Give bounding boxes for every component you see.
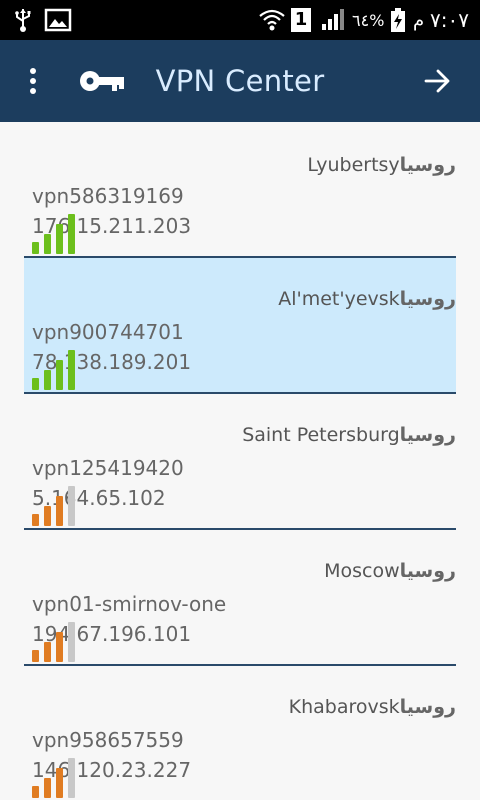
signal-bar: [68, 622, 75, 662]
server-location: Khabarovskروسيا: [289, 696, 456, 718]
arrow-right-icon: [424, 69, 450, 93]
overflow-menu-icon: [30, 68, 36, 94]
signal-bar: [68, 758, 75, 798]
server-city: Moscow: [324, 560, 400, 582]
server-city: Khabarovsk: [288, 696, 400, 718]
battery-percent: ٦٤%: [352, 10, 385, 30]
server-country: روسيا: [399, 424, 456, 446]
wifi-icon: [258, 0, 286, 40]
sim-number: 1: [291, 8, 311, 32]
app-title: VPN Center: [155, 64, 325, 98]
server-hostname: vpn01-smirnov-one: [32, 592, 227, 616]
key-icon: [80, 71, 124, 91]
server-country: روسيا: [399, 288, 456, 310]
signal-bar: [56, 224, 63, 254]
server-city: Saint Petersburg: [242, 424, 400, 446]
app-bar: VPN Center: [0, 40, 480, 122]
overflow-menu-button[interactable]: [16, 40, 50, 122]
server-hostname: vpn958657559: [32, 728, 184, 752]
server-list[interactable]: Lyubertsyروسيا vpn586319169 176.15.211.2…: [0, 122, 480, 800]
server-location: Lyubertsyروسيا: [307, 154, 456, 176]
signal-bar: [68, 350, 75, 390]
server-item[interactable]: Saint Petersburgروسيا vpn125419420 5.164…: [24, 394, 456, 530]
server-hostname: vpn125419420: [32, 456, 184, 480]
signal-bar: [68, 214, 75, 254]
signal-bar: [32, 786, 39, 798]
signal-bar: [56, 632, 63, 662]
server-item[interactable]: Khabarovskروسيا vpn958657559 146.120.23.…: [24, 666, 456, 800]
time-period: م: [413, 9, 425, 31]
sim-indicator: 1: [291, 0, 311, 40]
image-icon: [44, 0, 72, 40]
server-city: Lyubertsy: [307, 154, 400, 176]
signal-bar: [56, 496, 63, 526]
usb-icon: [12, 0, 34, 40]
signal-bar: [32, 650, 39, 662]
battery-charging-icon: [390, 0, 406, 40]
server-item[interactable]: Moscowروسيا vpn01-smirnov-one 194.67.196…: [24, 530, 456, 666]
signal-bar: [56, 768, 63, 798]
signal-bar: [44, 506, 51, 526]
server-hostname: vpn586319169: [32, 184, 184, 208]
server-country: روسيا: [399, 560, 456, 582]
server-city: Al'met'yevsk: [278, 288, 400, 310]
signal-strength-icon: [32, 486, 75, 526]
signal-bar: [44, 778, 51, 798]
signal-bar: [32, 514, 39, 526]
signal-bar: [44, 234, 51, 254]
server-location: Al'met'yevskروسيا: [278, 288, 456, 310]
server-item[interactable]: Lyubertsyروسيا vpn586319169 176.15.211.2…: [24, 122, 456, 258]
cell-signal-icon: [320, 0, 348, 40]
server-country: روسيا: [399, 154, 456, 176]
signal-bar: [32, 242, 39, 254]
signal-bar: [44, 370, 51, 390]
status-bar: 1 ٦٤% م ٧:٠٧: [0, 0, 480, 40]
signal-bar: [44, 642, 51, 662]
clock: ٧:٠٧: [430, 8, 469, 32]
server-country: روسيا: [399, 696, 456, 718]
key-button[interactable]: [74, 40, 130, 122]
signal-strength-icon: [32, 214, 75, 254]
signal-bar: [56, 360, 63, 390]
server-item[interactable]: Al'met'yevskروسيا vpn900744701 78.138.18…: [24, 258, 456, 394]
signal-strength-icon: [32, 622, 75, 662]
forward-button[interactable]: [414, 40, 462, 122]
server-hostname: vpn900744701: [32, 320, 184, 344]
server-location: Saint Petersburgروسيا: [242, 424, 456, 446]
signal-strength-icon: [32, 350, 75, 390]
signal-strength-icon: [32, 758, 75, 798]
server-location: Moscowروسيا: [324, 560, 456, 582]
signal-bar: [32, 378, 39, 390]
signal-bar: [68, 486, 75, 526]
